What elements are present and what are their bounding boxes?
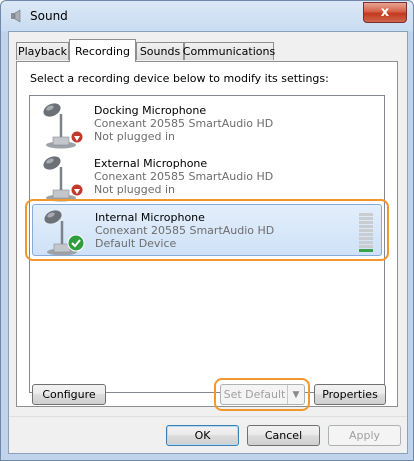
configure-button[interactable]: Configure	[32, 384, 106, 405]
device-name: Docking Microphone	[94, 104, 207, 117]
cancel-button[interactable]: Cancel	[247, 425, 320, 446]
device-item-external-microphone[interactable]: External Microphone Conexant 20585 Smart…	[32, 151, 382, 203]
window-title: Sound	[30, 9, 68, 23]
tab-label: Sounds	[139, 45, 181, 58]
chevron-down-icon[interactable]: ▼	[287, 385, 304, 404]
device-status: Not plugged in	[94, 130, 176, 143]
tab-sounds[interactable]: Sounds	[136, 42, 184, 60]
instructions-text: Select a recording device below to modif…	[30, 72, 329, 85]
device-highlight	[25, 199, 389, 261]
tab-label: Recording	[74, 44, 131, 58]
device-status: Not plugged in	[94, 183, 176, 196]
set-default-button[interactable]: Set Default ▼	[220, 384, 305, 405]
divider	[9, 416, 407, 417]
title-bar[interactable]: Sound x	[1, 1, 413, 31]
tab-recording[interactable]: Recording	[69, 39, 136, 62]
device-driver: Conexant 20585 SmartAudio HD	[94, 117, 274, 130]
device-item-docking-microphone[interactable]: Docking Microphone Conexant 20585 SmartA…	[32, 98, 382, 150]
apply-button[interactable]: Apply	[328, 425, 401, 446]
not-plugged-in-icon	[70, 130, 84, 144]
button-label: Set Default	[223, 388, 286, 401]
sound-dialog: Sound x Playback Recording Sounds Commun…	[0, 0, 414, 461]
close-icon: x	[380, 5, 390, 20]
tab-communications[interactable]: Communications	[182, 42, 276, 60]
button-label: Properties	[322, 388, 378, 401]
dialog-client: Playback Recording Sounds Communications…	[8, 31, 408, 454]
button-label: Configure	[42, 388, 96, 401]
not-plugged-in-icon	[70, 183, 84, 197]
tab-label: Playback	[17, 45, 68, 58]
tab-label: Communications	[182, 45, 276, 58]
speaker-icon	[11, 9, 21, 23]
button-label: Apply	[348, 429, 381, 442]
tab-playback[interactable]: Playback	[16, 42, 69, 60]
ok-button[interactable]: OK	[166, 425, 239, 446]
recording-panel: Select a recording device below to modif…	[16, 61, 398, 407]
button-label: OK	[194, 429, 211, 442]
device-name: External Microphone	[94, 157, 208, 170]
close-button[interactable]: x	[363, 2, 407, 23]
device-driver: Conexant 20585 SmartAudio HD	[94, 170, 274, 183]
button-label: Cancel	[264, 429, 303, 442]
properties-button[interactable]: Properties	[314, 384, 386, 405]
